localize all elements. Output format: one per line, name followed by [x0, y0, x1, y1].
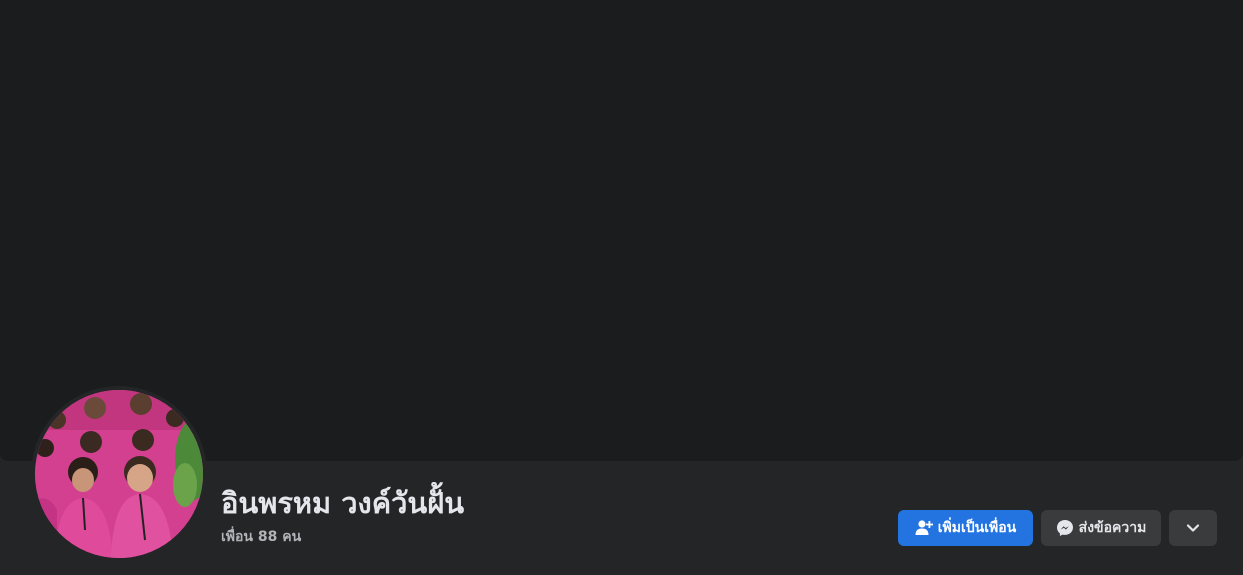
profile-page: อินพรหม วงค์วันฝั้น เพื่อน 88 คน เพิ่มเป…	[0, 0, 1243, 575]
messenger-icon	[1056, 519, 1074, 537]
send-message-button[interactable]: ส่งข้อความ	[1041, 510, 1161, 546]
send-message-label: ส่งข้อความ	[1078, 520, 1147, 536]
add-friend-button[interactable]: เพิ่มเป็นเพื่อน	[898, 510, 1033, 546]
friend-count[interactable]: เพื่อน 88 คน	[221, 527, 301, 547]
cover-photo[interactable]	[0, 0, 1243, 461]
add-friend-icon	[915, 519, 933, 537]
add-friend-label: เพิ่มเป็นเพื่อน	[937, 520, 1017, 536]
more-options-button[interactable]	[1169, 510, 1217, 546]
profile-avatar[interactable]	[35, 390, 203, 558]
profile-name: อินพรหม วงค์วันฝั้น	[221, 486, 465, 520]
chevron-down-icon	[1184, 519, 1202, 537]
